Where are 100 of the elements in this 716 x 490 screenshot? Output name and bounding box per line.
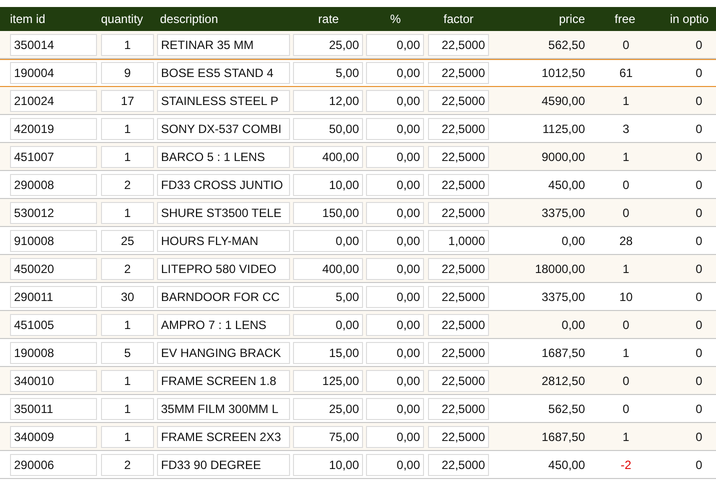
description-field[interactable]: AMPRO 7 : 1 LENS bbox=[157, 314, 290, 336]
factor-field[interactable]: 22,5000 bbox=[428, 90, 489, 112]
item-id-field[interactable]: 340009 bbox=[10, 426, 97, 448]
rate-field[interactable]: 0,00 bbox=[293, 230, 363, 252]
description-field[interactable]: BARCO 5 : 1 LENS bbox=[157, 146, 290, 168]
item-id-field[interactable]: 190004 bbox=[10, 62, 97, 84]
factor-field[interactable]: 22,5000 bbox=[428, 286, 489, 308]
description-field[interactable]: BOSE ES5 STAND 4 bbox=[157, 62, 290, 84]
description-field[interactable]: HOURS FLY-MAN bbox=[157, 230, 290, 252]
percent-field[interactable]: 0,00 bbox=[366, 202, 424, 224]
item-id-field[interactable]: 910008 bbox=[10, 230, 97, 252]
column-header[interactable]: quantity bbox=[101, 12, 144, 26]
percent-field[interactable]: 0,00 bbox=[366, 370, 424, 392]
item-id-field[interactable]: 340010 bbox=[10, 370, 97, 392]
description-field[interactable]: FD33 CROSS JUNTIO bbox=[157, 174, 290, 196]
description-field[interactable]: RETINAR 35 MM bbox=[157, 34, 290, 56]
rate-field[interactable]: 25,00 bbox=[293, 398, 363, 420]
factor-field[interactable]: 22,5000 bbox=[428, 34, 489, 56]
factor-field[interactable]: 22,5000 bbox=[428, 202, 489, 224]
factor-field[interactable]: 1,0000 bbox=[428, 230, 489, 252]
item-id-field[interactable]: 350011 bbox=[10, 398, 97, 420]
quantity-field[interactable]: 1 bbox=[101, 118, 154, 140]
quantity-field[interactable]: 1 bbox=[101, 370, 154, 392]
factor-field[interactable]: 22,5000 bbox=[428, 62, 489, 84]
factor-field[interactable]: 22,5000 bbox=[428, 370, 489, 392]
percent-field[interactable]: 0,00 bbox=[366, 118, 424, 140]
rate-field[interactable]: 15,00 bbox=[293, 342, 363, 364]
column-header[interactable]: description bbox=[160, 12, 218, 26]
description-field[interactable]: STAINLESS STEEL P bbox=[157, 90, 290, 112]
rate-field[interactable]: 50,00 bbox=[293, 118, 363, 140]
percent-field[interactable]: 0,00 bbox=[366, 230, 424, 252]
quantity-field[interactable]: 17 bbox=[101, 90, 154, 112]
quantity-field[interactable]: 2 bbox=[101, 454, 154, 476]
factor-field[interactable]: 22,5000 bbox=[428, 258, 489, 280]
item-id-field[interactable]: 450020 bbox=[10, 258, 97, 280]
rate-field[interactable]: 0,00 bbox=[293, 314, 363, 336]
column-header[interactable]: item id bbox=[10, 12, 46, 26]
column-header[interactable]: % bbox=[390, 12, 401, 26]
rate-field[interactable]: 5,00 bbox=[293, 62, 363, 84]
item-id-field[interactable]: 290011 bbox=[10, 286, 97, 308]
rate-field[interactable]: 400,00 bbox=[293, 146, 363, 168]
item-id-field[interactable]: 290006 bbox=[10, 454, 97, 476]
rate-field[interactable]: 25,00 bbox=[293, 34, 363, 56]
rate-field[interactable]: 400,00 bbox=[293, 258, 363, 280]
quantity-field[interactable]: 2 bbox=[101, 174, 154, 196]
percent-field[interactable]: 0,00 bbox=[366, 62, 424, 84]
percent-field[interactable]: 0,00 bbox=[366, 174, 424, 196]
rate-field[interactable]: 75,00 bbox=[293, 426, 363, 448]
description-field[interactable]: SHURE ST3500 TELE bbox=[157, 202, 290, 224]
item-id-field[interactable]: 190008 bbox=[10, 342, 97, 364]
rate-field[interactable]: 150,00 bbox=[293, 202, 363, 224]
quantity-field[interactable]: 25 bbox=[101, 230, 154, 252]
factor-field[interactable]: 22,5000 bbox=[428, 174, 489, 196]
quantity-field[interactable]: 2 bbox=[101, 258, 154, 280]
percent-field[interactable]: 0,00 bbox=[366, 146, 424, 168]
percent-field[interactable]: 0,00 bbox=[366, 286, 424, 308]
factor-field[interactable]: 22,5000 bbox=[428, 314, 489, 336]
item-id-field[interactable]: 530012 bbox=[10, 202, 97, 224]
item-id-field[interactable]: 451005 bbox=[10, 314, 97, 336]
percent-field[interactable]: 0,00 bbox=[366, 454, 424, 476]
column-header[interactable]: factor bbox=[443, 12, 474, 26]
description-field[interactable]: SONY DX-537 COMBI bbox=[157, 118, 290, 140]
item-id-field[interactable]: 210024 bbox=[10, 90, 97, 112]
column-header[interactable]: price bbox=[558, 12, 585, 26]
quantity-field[interactable]: 5 bbox=[101, 342, 154, 364]
percent-field[interactable]: 0,00 bbox=[366, 90, 424, 112]
percent-field[interactable]: 0,00 bbox=[366, 426, 424, 448]
factor-field[interactable]: 22,5000 bbox=[428, 118, 489, 140]
rate-field[interactable]: 12,00 bbox=[293, 90, 363, 112]
quantity-field[interactable]: 9 bbox=[101, 62, 154, 84]
item-id-field[interactable]: 350014 bbox=[10, 34, 97, 56]
percent-field[interactable]: 0,00 bbox=[366, 398, 424, 420]
factor-field[interactable]: 22,5000 bbox=[428, 426, 489, 448]
quantity-field[interactable]: 1 bbox=[101, 398, 154, 420]
factor-field[interactable]: 22,5000 bbox=[428, 146, 489, 168]
factor-field[interactable]: 22,5000 bbox=[428, 342, 489, 364]
description-field[interactable]: LITEPRO 580 VIDEO bbox=[157, 258, 290, 280]
quantity-field[interactable]: 1 bbox=[101, 314, 154, 336]
column-header[interactable]: in optio bbox=[670, 12, 709, 26]
percent-field[interactable]: 0,00 bbox=[366, 34, 424, 56]
rate-field[interactable]: 125,00 bbox=[293, 370, 363, 392]
description-field[interactable]: FD33 90 DEGREE bbox=[157, 454, 290, 476]
item-id-field[interactable]: 451007 bbox=[10, 146, 97, 168]
percent-field[interactable]: 0,00 bbox=[366, 314, 424, 336]
item-id-field[interactable]: 290008 bbox=[10, 174, 97, 196]
item-id-field[interactable]: 420019 bbox=[10, 118, 97, 140]
factor-field[interactable]: 22,5000 bbox=[428, 454, 489, 476]
rate-field[interactable]: 10,00 bbox=[293, 454, 363, 476]
rate-field[interactable]: 5,00 bbox=[293, 286, 363, 308]
quantity-field[interactable]: 30 bbox=[101, 286, 154, 308]
factor-field[interactable]: 22,5000 bbox=[428, 398, 489, 420]
quantity-field[interactable]: 1 bbox=[101, 202, 154, 224]
column-header[interactable]: free bbox=[614, 12, 636, 26]
percent-field[interactable]: 0,00 bbox=[366, 258, 424, 280]
description-field[interactable]: FRAME SCREEN 1.8 bbox=[157, 370, 290, 392]
rate-field[interactable]: 10,00 bbox=[293, 174, 363, 196]
column-header[interactable]: rate bbox=[318, 12, 339, 26]
description-field[interactable]: 35MM FILM 300MM L bbox=[157, 398, 290, 420]
quantity-field[interactable]: 1 bbox=[101, 426, 154, 448]
description-field[interactable]: EV HANGING BRACK bbox=[157, 342, 290, 364]
